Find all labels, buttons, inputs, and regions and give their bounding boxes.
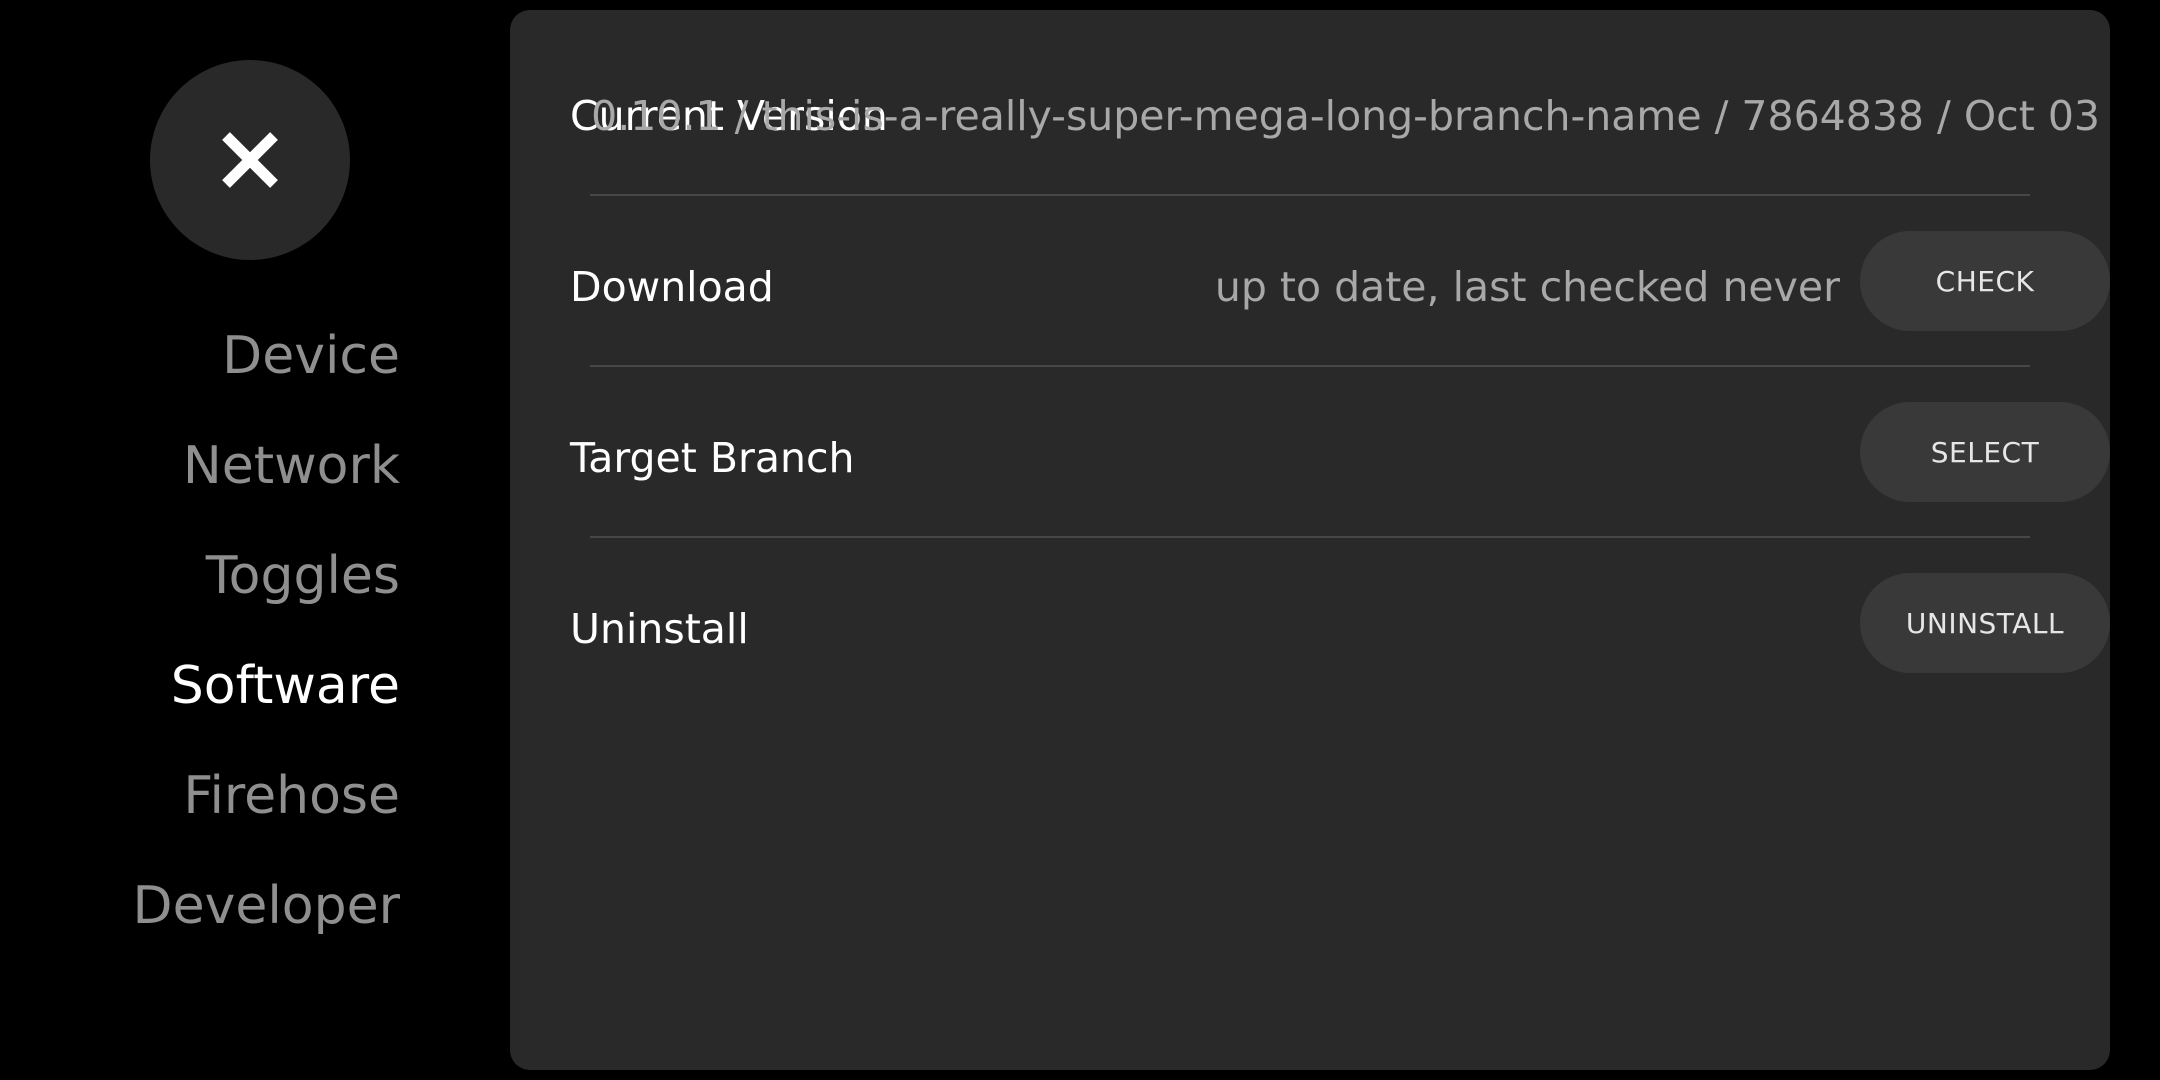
sidebar-item-network[interactable]: Network xyxy=(183,440,400,492)
sidebar-item-developer[interactable]: Developer xyxy=(133,880,400,932)
uninstall-button[interactable]: UNINSTALL xyxy=(1860,573,2110,673)
settings-screen: Device Network Toggles Software Firehose… xyxy=(0,0,2160,1080)
download-row: Download up to date, last checked never … xyxy=(510,196,2110,367)
sidebar-item-toggles[interactable]: Toggles xyxy=(206,550,400,602)
select-button[interactable]: SELECT xyxy=(1860,402,2110,502)
download-status: up to date, last checked never xyxy=(1214,263,1840,311)
software-panel: Current Version 0.10.1 / this-is-a-reall… xyxy=(510,10,2110,1070)
target-branch-row: Target Branch SELECT xyxy=(510,367,2110,538)
close-icon xyxy=(220,130,280,190)
current-version-row: Current Version 0.10.1 / this-is-a-reall… xyxy=(510,26,2110,197)
sidebar: Device Network Toggles Software Firehose… xyxy=(0,0,500,1080)
target-branch-label: Target Branch xyxy=(570,434,855,482)
sidebar-item-device[interactable]: Device xyxy=(222,330,400,382)
sidebar-item-firehose[interactable]: Firehose xyxy=(183,770,400,822)
close-button[interactable] xyxy=(150,60,350,260)
uninstall-row: Uninstall UNINSTALL xyxy=(510,538,2110,709)
uninstall-label: Uninstall xyxy=(570,605,749,653)
check-button[interactable]: CHECK xyxy=(1860,231,2110,331)
download-label: Download xyxy=(570,263,774,311)
sidebar-item-software[interactable]: Software xyxy=(171,660,400,712)
current-version-value: 0.10.1 / this-is-a-really-super-mega-lon… xyxy=(591,92,2100,140)
